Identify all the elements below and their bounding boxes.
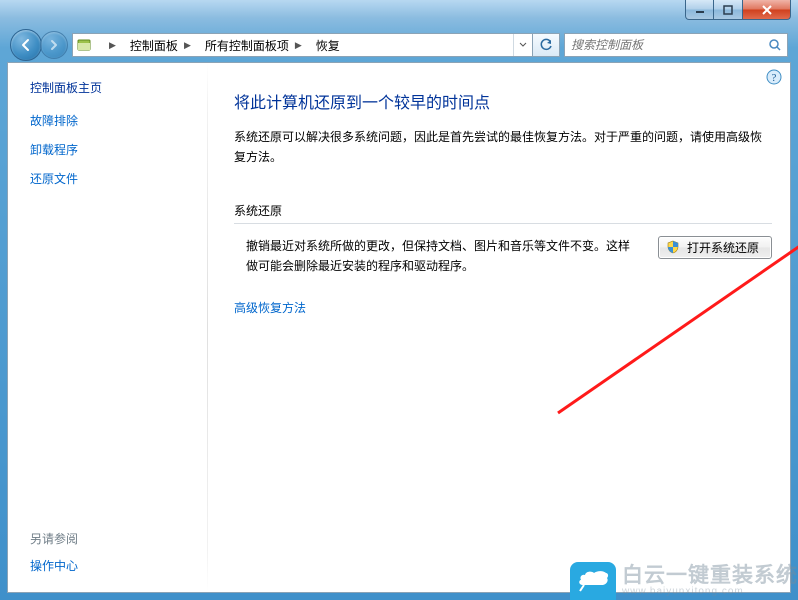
divider (234, 223, 772, 224)
close-button[interactable] (743, 0, 791, 20)
svg-text:?: ? (772, 72, 777, 84)
page-title: 将此计算机还原到一个较早的时间点 (234, 89, 772, 113)
maximize-icon (723, 5, 733, 15)
shield-icon (665, 239, 681, 255)
minimize-icon (695, 5, 705, 15)
navigation-bar: ▶ 控制面板▶ 所有控制面板项▶ 恢复 (10, 31, 788, 59)
refresh-button[interactable] (532, 34, 559, 56)
see-also-header: 另请参阅 (30, 530, 194, 547)
address-dropdown[interactable] (513, 34, 532, 56)
section-header: 系统还原 (234, 202, 772, 219)
breadcrumb-item-2[interactable]: 恢复 (308, 34, 346, 56)
help-button[interactable]: ? (766, 69, 782, 85)
sidebar-link-action-center[interactable]: 操作中心 (30, 557, 194, 574)
location-icon (73, 34, 95, 56)
help-icon: ? (766, 69, 782, 85)
breadcrumb-bar[interactable]: ▶ 控制面板▶ 所有控制面板项▶ 恢复 (72, 33, 560, 57)
sidebar: 控制面板主页 故障排除 卸载程序 还原文件 另请参阅 操作中心 (8, 63, 208, 592)
advanced-recovery-link[interactable]: 高级恢复方法 (234, 299, 306, 316)
sidebar-link-troubleshoot[interactable]: 故障排除 (30, 112, 194, 129)
button-label: 打开系统还原 (687, 239, 759, 256)
search-icon[interactable] (763, 38, 787, 52)
maximize-button[interactable] (714, 0, 743, 20)
sidebar-home[interactable]: 控制面板主页 (30, 79, 194, 96)
search-box[interactable] (564, 33, 788, 57)
sidebar-link-uninstall[interactable]: 卸载程序 (30, 141, 194, 158)
open-system-restore-button[interactable]: 打开系统还原 (658, 236, 772, 259)
search-input[interactable] (565, 38, 763, 52)
section-description: 撤销最近对系统所做的更改，但保持文档、图片和音乐等文件不变。这样做可能会删除最近… (234, 236, 658, 277)
refresh-icon (539, 38, 553, 52)
breadcrumb-label: 控制面板 (130, 37, 178, 54)
breadcrumb-root-chevron[interactable]: ▶ (95, 34, 122, 56)
forward-button[interactable] (40, 31, 68, 59)
minimize-button[interactable] (685, 0, 714, 20)
breadcrumb-label: 所有控制面板项 (205, 37, 289, 54)
back-button[interactable] (10, 29, 42, 61)
breadcrumb-label: 恢复 (316, 37, 340, 54)
sidebar-link-restore-files[interactable]: 还原文件 (30, 170, 194, 187)
close-icon (761, 5, 773, 15)
breadcrumb-item-1[interactable]: 所有控制面板项▶ (197, 34, 308, 56)
main-content: ? 将此计算机还原到一个较早的时间点 系统还原可以解决很多系统问题，因此是首先尝… (208, 63, 790, 592)
chevron-down-icon (519, 41, 527, 49)
breadcrumb-item-0[interactable]: 控制面板▶ (122, 34, 197, 56)
intro-text: 系统还原可以解决很多系统问题，因此是首先尝试的最佳恢复方法。对于严重的问题，请使… (234, 127, 772, 168)
arrow-right-icon (47, 38, 61, 52)
arrow-left-icon (18, 37, 34, 53)
